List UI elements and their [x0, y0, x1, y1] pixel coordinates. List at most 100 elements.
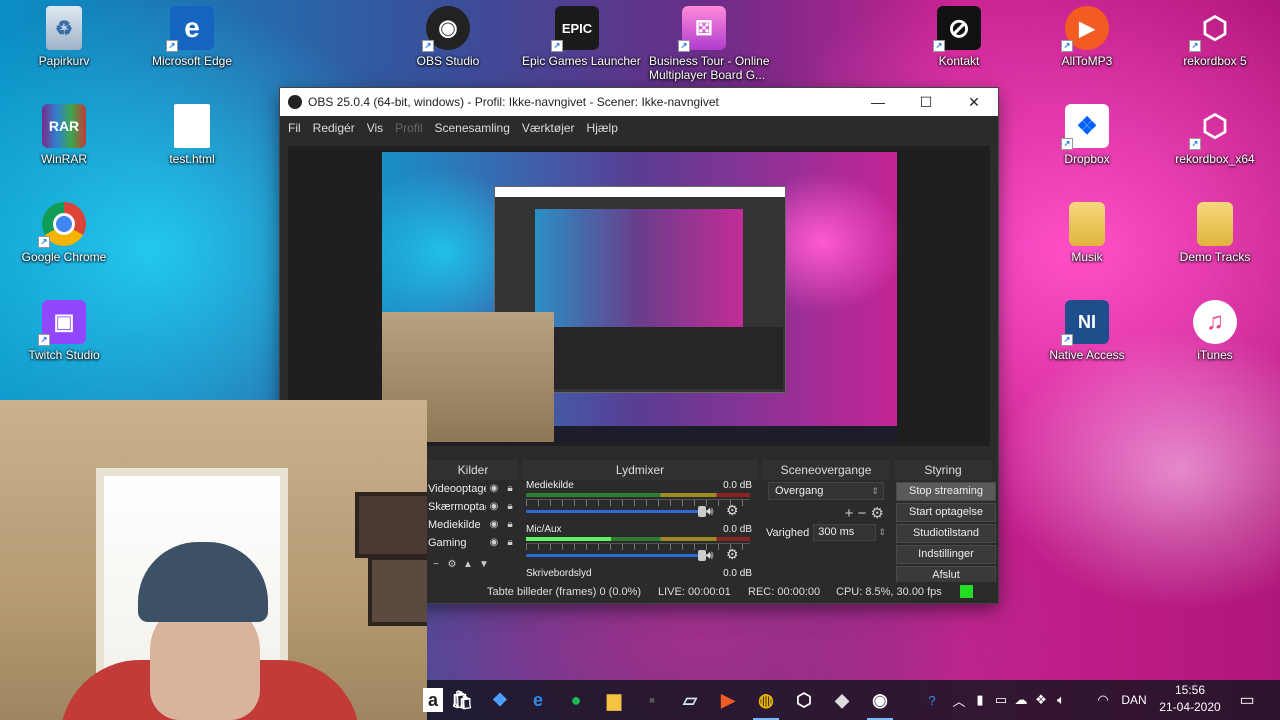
desktop-icon-edge[interactable]: e ↗ Microsoft Edge	[137, 6, 247, 68]
lock-icon[interactable]: 🔒︎	[502, 498, 518, 516]
edge-taskbar-icon[interactable]: e	[519, 680, 557, 720]
business-tour-icon: ⚄ ↗	[678, 6, 726, 52]
desktop-icon-business-tour[interactable]: ⚄ ↗ Business Tour - Online Multiplayer Bo…	[649, 6, 770, 82]
volume-slider[interactable]	[526, 550, 706, 561]
desktop-icon-chrome[interactable]: ↗ Google Chrome	[9, 202, 119, 264]
wifi-icon[interactable]: ◠	[1093, 680, 1113, 720]
language-indicator[interactable]: DAN	[1116, 680, 1152, 720]
settings-button[interactable]: Indstillinger	[896, 545, 996, 564]
speaker-icon[interactable]: 🔊︎	[706, 548, 714, 563]
desktop-icon-demo-tracks[interactable]: Demo Tracks	[1160, 202, 1270, 264]
gear-icon[interactable]: ⚙	[726, 502, 739, 519]
lock-icon[interactable]: 🔒︎	[502, 534, 518, 552]
spotify-taskbar-icon[interactable]: ●	[557, 680, 595, 720]
lock-icon[interactable]: 🔒︎	[502, 516, 518, 534]
rekordbox-taskbar-icon[interactable]: ⬡	[785, 680, 823, 720]
remove-icon[interactable]: −	[858, 505, 867, 522]
move-up-icon[interactable]: ▲	[460, 556, 476, 574]
alltomp3-taskbar-icon[interactable]: ▶	[709, 680, 747, 720]
menu-scenesamling[interactable]: Scenesamling	[429, 121, 516, 135]
help-icon[interactable]: ?	[919, 680, 945, 720]
menu-profil[interactable]: Profil	[389, 121, 428, 135]
eye-icon[interactable]: ◉	[486, 480, 502, 498]
edge-icon: e ↗	[166, 6, 214, 52]
rekordbox-icon: ⬡ ↗	[1189, 104, 1237, 150]
desktop-icon-dropbox[interactable]: ❖ ↗ Dropbox	[1032, 104, 1142, 166]
speaker-icon[interactable]: 🔊︎	[706, 504, 714, 519]
duration-input[interactable]: 300 ms	[813, 524, 877, 541]
gear-icon[interactable]: ⚙	[726, 546, 739, 563]
gear-icon[interactable]: ⚙	[871, 505, 884, 522]
transition-select[interactable]: Overgang ⇕	[768, 482, 884, 500]
chevron-up-icon[interactable]: ︿	[949, 680, 969, 720]
volume-slider[interactable]	[526, 506, 706, 517]
menu-vis[interactable]: Vis	[361, 121, 389, 135]
recycle-bin-icon: ♻	[46, 6, 82, 50]
source-item[interactable]: Gaming ◉ 🔒︎	[428, 534, 518, 552]
remove-icon[interactable]: −	[428, 556, 444, 574]
file-explorer-taskbar-icon[interactable]: ▆	[595, 680, 633, 720]
obs-taskbar-icon[interactable]: ◉	[861, 680, 899, 720]
desktop-icon-winrar[interactable]: RAR WinRAR	[9, 104, 119, 166]
microphone-icon[interactable]: ▮	[971, 680, 989, 720]
maximize-button[interactable]: ☐	[902, 88, 950, 116]
desktop-icon-kontakt[interactable]: ⊘ ↗ Kontakt	[904, 6, 1014, 68]
eye-icon[interactable]: ◉	[486, 534, 502, 552]
winrar-icon: RAR	[42, 104, 86, 148]
volume-icon[interactable]: 🔈︎	[1051, 680, 1071, 720]
desktop-icon-epic[interactable]: EPIC ↗ Epic Games Launcher	[522, 6, 641, 68]
notes-taskbar-icon[interactable]: ▱	[671, 680, 709, 720]
source-item[interactable]: Mediekilde ◉ 🔒︎	[428, 516, 518, 534]
menu-rediger[interactable]: Redigér	[307, 121, 361, 135]
webcam-overlay	[0, 400, 427, 720]
source-item[interactable]: Videooptagel ◉ 🔒︎	[428, 480, 518, 498]
sources-dock-title: Kilder	[428, 460, 518, 480]
app-taskbar-icon[interactable]: ▪	[633, 680, 671, 720]
minimize-button[interactable]: —	[854, 88, 902, 116]
roblox-taskbar-icon[interactable]: ◆	[823, 680, 861, 720]
close-button[interactable]: ✕	[950, 88, 998, 116]
desktop-icon-rekordbox-x64[interactable]: ⬡ ↗ rekordbox_x64	[1160, 104, 1270, 167]
menu-vaerktojer[interactable]: Værktøjer	[516, 121, 581, 135]
stop-streaming-button[interactable]: Stop streaming	[896, 482, 996, 501]
add-icon[interactable]: +	[845, 505, 854, 522]
obs-icon: ◉ ↗	[422, 6, 470, 52]
chrome-taskbar-icon[interactable]: ◍	[747, 680, 785, 720]
desktop-icon-native-access[interactable]: NI ↗ Native Access	[1032, 300, 1142, 362]
clock[interactable]: 15:56 21-04-2020	[1150, 682, 1230, 716]
dropbox-taskbar-icon[interactable]: ❖	[481, 680, 519, 720]
chrome-icon: ↗	[38, 202, 86, 248]
move-down-icon[interactable]: ▼	[476, 556, 492, 574]
desktop-icon-obs[interactable]: ◉ ↗ OBS Studio	[393, 6, 503, 68]
dropbox-tray-icon[interactable]: ❖	[1031, 680, 1051, 720]
desktop-icon-papirkurv[interactable]: ♻ Papirkurv	[9, 6, 119, 68]
cloud-icon[interactable]: ☁	[1011, 680, 1031, 720]
desktop-icon-alltomp3[interactable]: ▶ ↗ AllToMP3	[1032, 6, 1142, 68]
clock-time: 15:56	[1174, 683, 1206, 697]
menu-hjaelp[interactable]: Hjælp	[581, 121, 624, 135]
start-recording-button[interactable]: Start optagelse	[896, 503, 996, 522]
store-taskbar-icon[interactable]: 🛍︎	[443, 680, 481, 720]
desktop-icon-rekordbox5[interactable]: ⬡ ↗ rekordbox 5	[1160, 6, 1270, 69]
menu-fil[interactable]: Fil	[282, 121, 307, 135]
transitions-dock-title: Sceneovergange	[762, 460, 890, 480]
desktop-icon-test-html[interactable]: test.html	[137, 104, 247, 166]
kontakt-icon: ⊘ ↗	[933, 6, 981, 52]
eye-icon[interactable]: ◉	[486, 498, 502, 516]
desktop-icon-twitch[interactable]: ▣ ↗ Twitch Studio	[9, 300, 119, 362]
preview-taskbar	[554, 426, 897, 442]
desktop-icon-musik[interactable]: Musik	[1032, 202, 1142, 264]
source-item[interactable]: Skærmoptag ◉ 🔒︎	[428, 498, 518, 516]
notification-icon[interactable]: ▭	[1233, 680, 1261, 720]
lock-icon[interactable]: 🔒︎	[502, 480, 518, 498]
battery-icon[interactable]: ▭	[991, 680, 1011, 720]
preview-canvas	[382, 152, 897, 442]
controls-dock-title: Styring	[894, 460, 992, 480]
amazon-taskbar-icon[interactable]: a	[423, 688, 443, 712]
gear-icon[interactable]: ⚙	[444, 556, 460, 574]
studio-mode-button[interactable]: Studiotilstand	[896, 524, 996, 543]
eye-icon[interactable]: ◉	[486, 516, 502, 534]
obs-titlebar[interactable]: OBS 25.0.4 (64-bit, windows) - Profil: I…	[280, 88, 998, 116]
stepper-icon[interactable]: ⇕	[878, 527, 886, 538]
desktop-icon-itunes[interactable]: ♫ iTunes	[1160, 300, 1270, 362]
